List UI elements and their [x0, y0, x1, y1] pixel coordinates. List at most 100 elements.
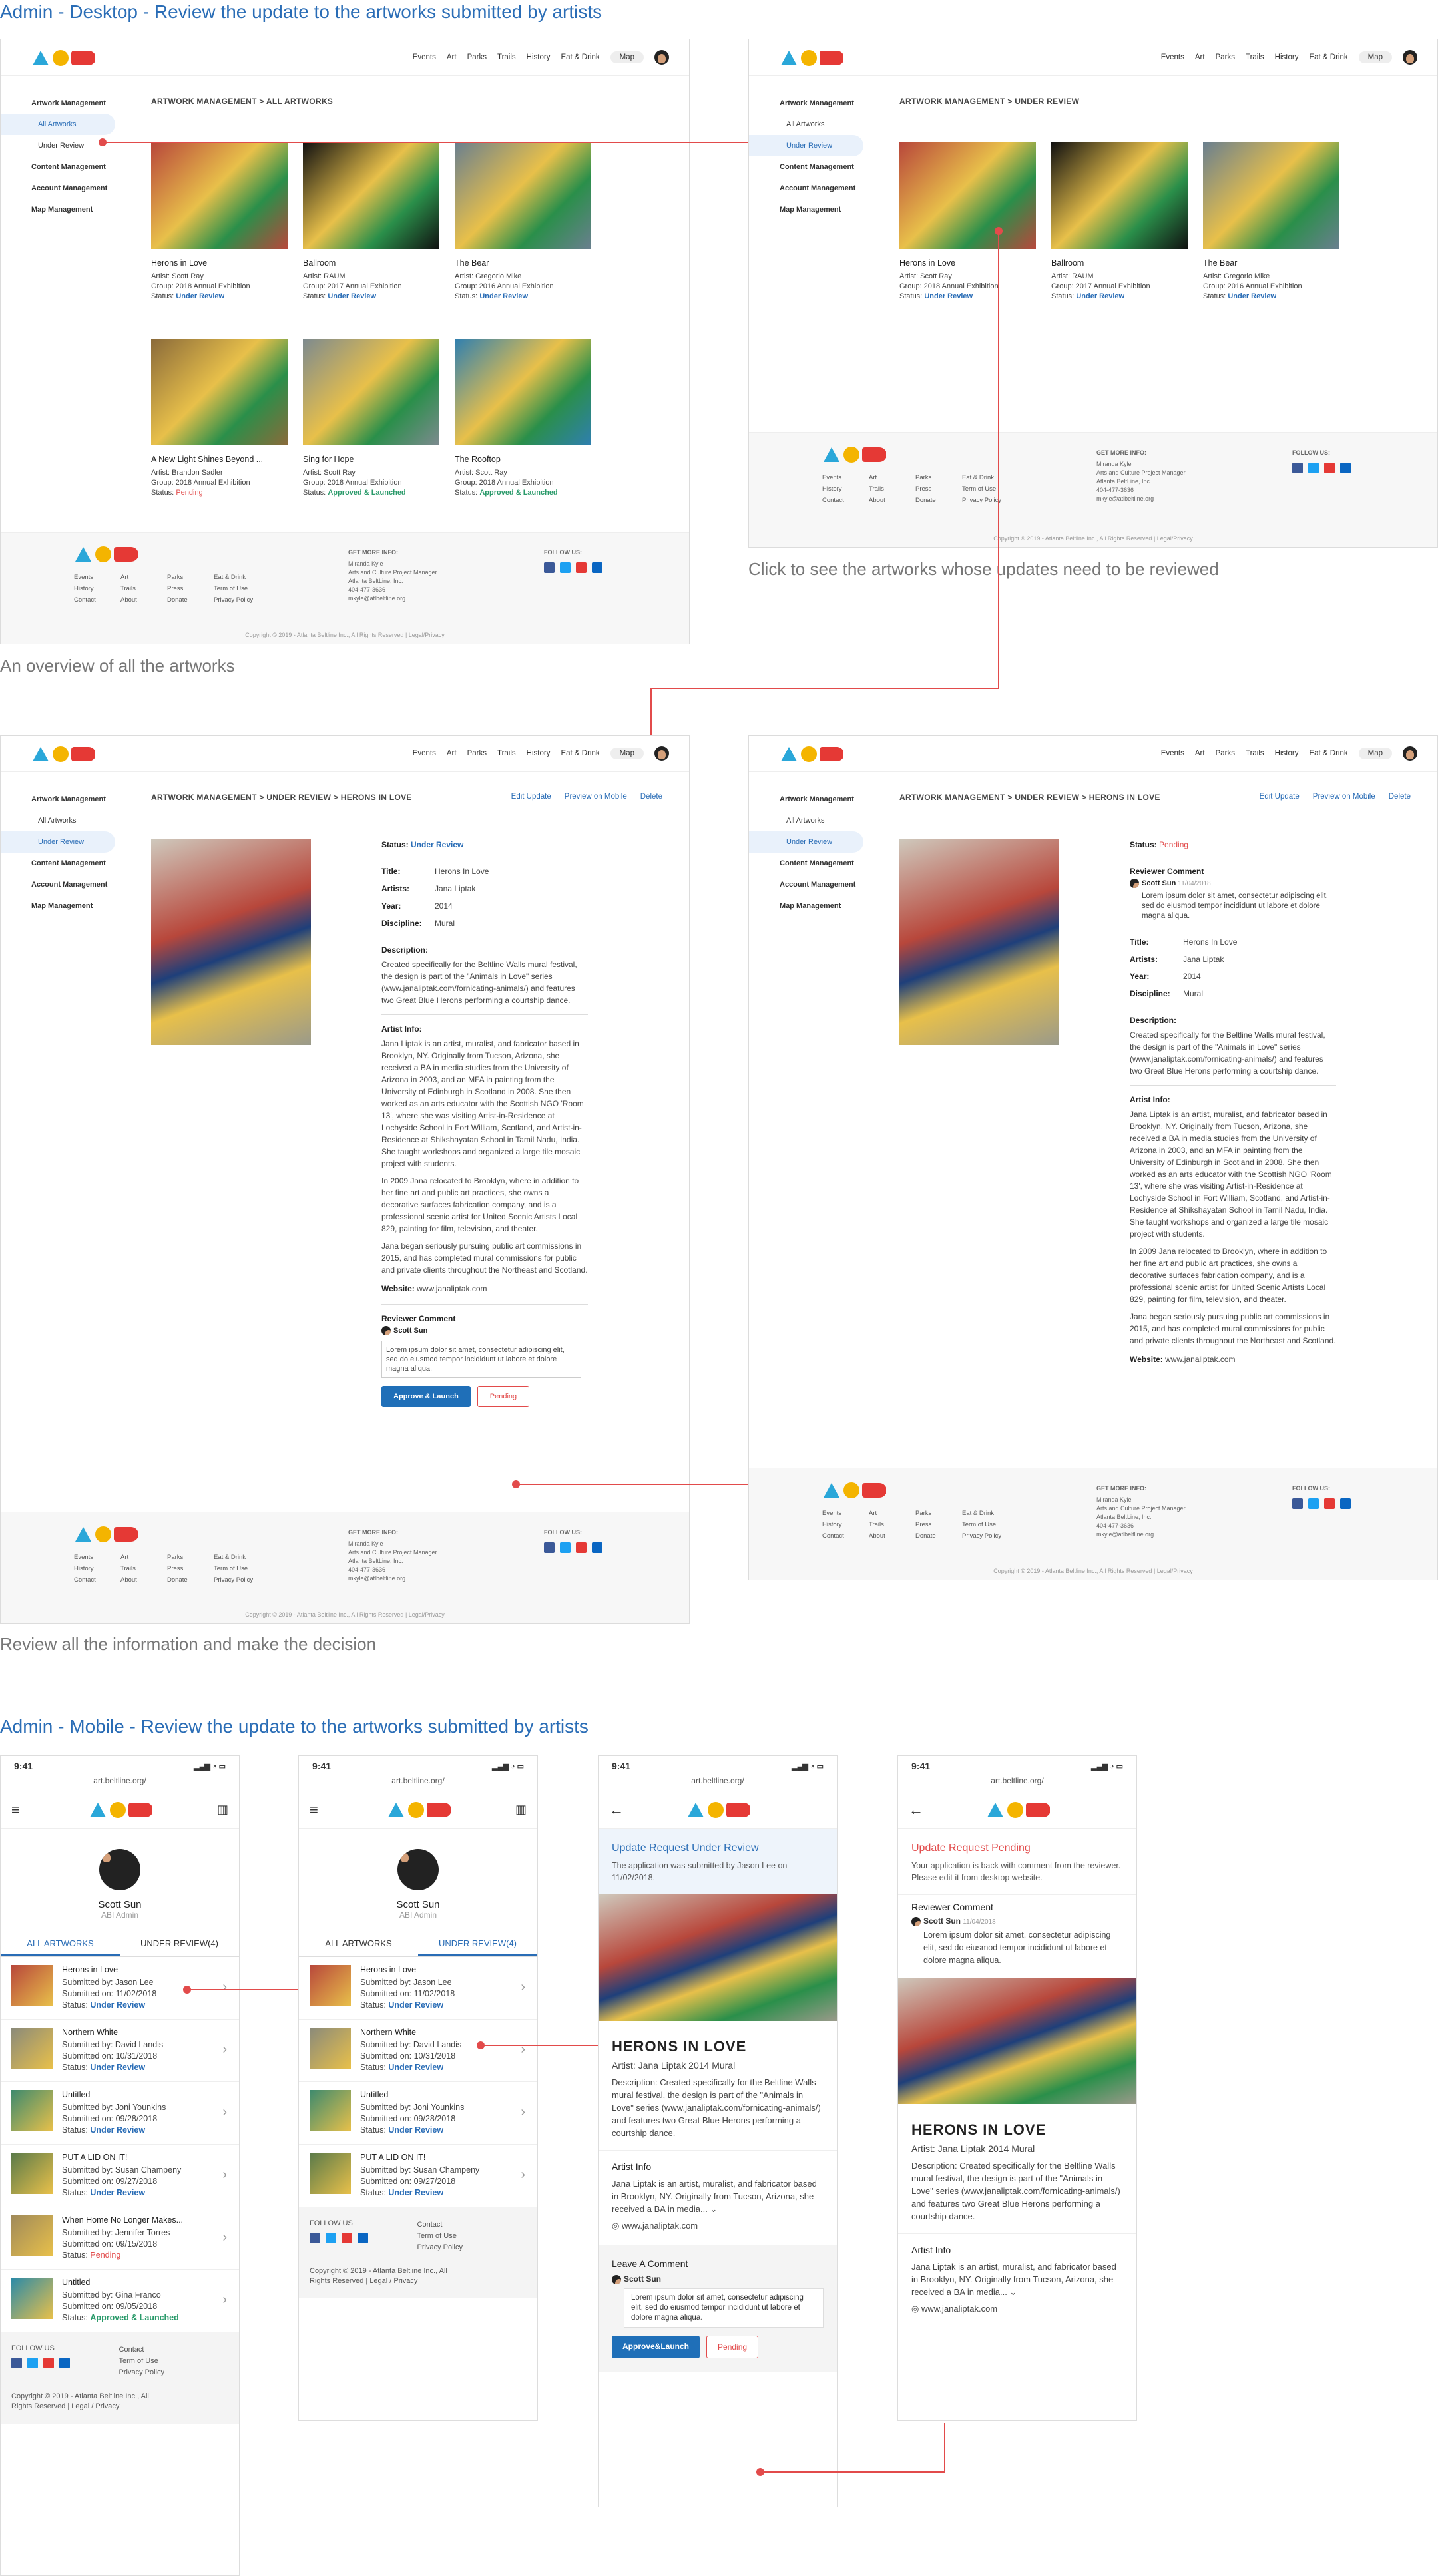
delete-link[interactable]: Delete [640, 793, 662, 801]
nav-link[interactable]: Events [413, 53, 436, 61]
artwork-thumbnail[interactable] [303, 142, 439, 249]
footer-link[interactable]: Eat & Drink [214, 574, 267, 581]
mobile-list-item[interactable]: Untitled Submitted by: Joni Younkins Submi… [1, 2082, 239, 2145]
menu-icon[interactable]: ≡ [11, 1801, 20, 1819]
linkedin-icon[interactable] [592, 1542, 602, 1553]
facebook-icon[interactable] [544, 562, 555, 573]
back-arrow-icon[interactable]: ← [909, 1801, 923, 1819]
footer-link[interactable]: Eat & Drink [214, 1554, 267, 1561]
sidebar-map-management[interactable]: Map Management [749, 199, 869, 220]
footer-link[interactable]: Eat & Drink [962, 474, 1015, 481]
map-button[interactable]: Map [610, 51, 644, 63]
footer-link[interactable]: Term of Use [417, 2231, 463, 2242]
artwork-card[interactable]: Herons in Love Artist: Scott Ray Group: 20… [151, 142, 288, 302]
sidebar-all-artworks[interactable]: All Artworks [749, 810, 869, 831]
linkedin-icon[interactable] [1340, 463, 1351, 473]
footer-link[interactable]: Trails [120, 1565, 167, 1572]
tab-all-artworks[interactable]: ALL ARTWORKS [299, 1930, 418, 1956]
sidebar-content-management[interactable]: Content Management [1, 853, 120, 874]
artwork-card[interactable]: Ballroom Artist: RAUM Group: 2017 Annual E… [1051, 142, 1188, 302]
website-row[interactable]: ◎ www.janaliptak.com [898, 2302, 1136, 2315]
artwork-thumbnail[interactable] [151, 142, 288, 249]
footer-link[interactable]: Privacy Policy [962, 1532, 1015, 1540]
artwork-thumbnail[interactable] [1203, 142, 1339, 249]
linkedin-icon[interactable] [592, 562, 602, 573]
footer-link[interactable]: Donate [915, 497, 962, 504]
beltline-logo[interactable] [822, 445, 886, 465]
artwork-card[interactable]: Sing for Hope Artist: Scott Ray Group: 201… [303, 339, 439, 498]
sidebar-account-management[interactable]: Account Management [749, 178, 869, 199]
mobile-list-item[interactable]: PUT A LID ON IT! Submitted by: Susan Cham… [1, 2145, 239, 2207]
chevron-right-icon[interactable]: › [521, 1980, 525, 1995]
chevron-right-icon[interactable]: › [222, 2292, 227, 2308]
footer-link[interactable]: History [822, 1521, 869, 1528]
footer-link[interactable]: Press [167, 585, 214, 592]
nav-link[interactable]: History [527, 53, 551, 61]
footer-link[interactable]: History [74, 1565, 120, 1572]
user-avatar[interactable] [1403, 746, 1417, 761]
sidebar-map-management[interactable]: Map Management [749, 895, 869, 917]
facebook-icon[interactable] [310, 2233, 320, 2243]
footer-link[interactable]: Parks [167, 1554, 214, 1561]
nav-link[interactable]: Parks [467, 53, 487, 61]
footer-link[interactable]: Parks [167, 574, 214, 581]
facebook-icon[interactable] [1292, 463, 1303, 473]
twitter-icon[interactable] [27, 2358, 38, 2368]
nav-link[interactable]: Art [447, 750, 457, 757]
artwork-thumbnail[interactable] [151, 339, 288, 445]
mobile-list-item[interactable]: Untitled Submitted by: Gina Franco Submitt… [1, 2270, 239, 2332]
nav-link[interactable]: Parks [1216, 750, 1235, 757]
sidebar-content-management[interactable]: Content Management [749, 853, 869, 874]
sidebar-content-management[interactable]: Content Management [1, 156, 120, 178]
artwork-thumbnail[interactable] [1051, 142, 1188, 249]
edit-update-link[interactable]: Edit Update [511, 793, 551, 801]
map-button[interactable]: Map [1358, 748, 1392, 759]
pending-button[interactable]: Pending [706, 2335, 759, 2358]
artwork-thumbnail[interactable] [455, 142, 591, 249]
footer-link[interactable]: Contact [417, 2219, 463, 2231]
nav-link[interactable]: Trails [497, 53, 516, 61]
footer-link[interactable]: Privacy Policy [417, 2242, 463, 2253]
approve-launch-button[interactable]: Approve&Launch [612, 2335, 700, 2358]
nav-link[interactable]: Eat & Drink [1309, 750, 1347, 757]
tab-under-review[interactable]: UNDER REVIEW(4) [418, 1930, 537, 1956]
website-value[interactable]: www.janaliptak.com [417, 1284, 487, 1293]
sidebar-account-management[interactable]: Account Management [749, 874, 869, 895]
sidebar-artwork-management[interactable]: Artwork Management [1, 93, 120, 114]
youtube-icon[interactable] [1324, 1498, 1335, 1509]
nav-link[interactable]: Art [1195, 750, 1205, 757]
sidebar-all-artworks[interactable]: All Artworks [749, 114, 869, 135]
user-avatar[interactable] [654, 50, 669, 65]
footer-link[interactable]: Donate [915, 1532, 962, 1540]
nav-link[interactable]: Eat & Drink [1309, 53, 1347, 61]
user-avatar[interactable] [654, 746, 669, 761]
mobile-list-item[interactable]: Herons in Love Submitted by: Jason Lee Sub… [299, 1957, 537, 2020]
footer-link[interactable]: About [869, 497, 915, 504]
nav-link[interactable]: Parks [1216, 53, 1235, 61]
footer-link[interactable]: Art [120, 574, 167, 581]
sidebar-content-management[interactable]: Content Management [749, 156, 869, 178]
approve-launch-button[interactable]: Approve & Launch [381, 1386, 471, 1407]
beltline-logo[interactable] [89, 1800, 152, 1820]
map-button[interactable]: Map [1358, 51, 1392, 63]
delete-link[interactable]: Delete [1389, 793, 1411, 801]
footer-link[interactable]: Art [869, 1510, 915, 1517]
nav-link[interactable]: Trails [1246, 53, 1264, 61]
sidebar-map-management[interactable]: Map Management [1, 895, 120, 917]
footer-link[interactable]: Contact [74, 1576, 120, 1584]
nav-link[interactable]: History [1275, 750, 1299, 757]
nav-link[interactable]: History [1275, 53, 1299, 61]
footer-link[interactable]: Contact [74, 596, 120, 604]
footer-link[interactable]: Contact [822, 497, 869, 504]
footer-link[interactable]: Parks [915, 474, 962, 481]
footer-link[interactable]: Eat & Drink [962, 1510, 1015, 1517]
nav-link[interactable]: Eat & Drink [561, 750, 599, 757]
footer-link[interactable]: Privacy Policy [214, 596, 267, 604]
beltline-logo[interactable] [74, 1524, 138, 1544]
nav-link[interactable]: Events [1161, 53, 1184, 61]
artwork-card[interactable]: The Rooftop Artist: Scott Ray Group: 2018 … [455, 339, 591, 498]
youtube-icon[interactable] [342, 2233, 352, 2243]
footer-link[interactable]: Contact [822, 1532, 869, 1540]
preview-mobile-link[interactable]: Preview on Mobile [1313, 793, 1375, 801]
mobile-list-item[interactable]: PUT A LID ON IT! Submitted by: Susan Cham… [299, 2145, 537, 2207]
